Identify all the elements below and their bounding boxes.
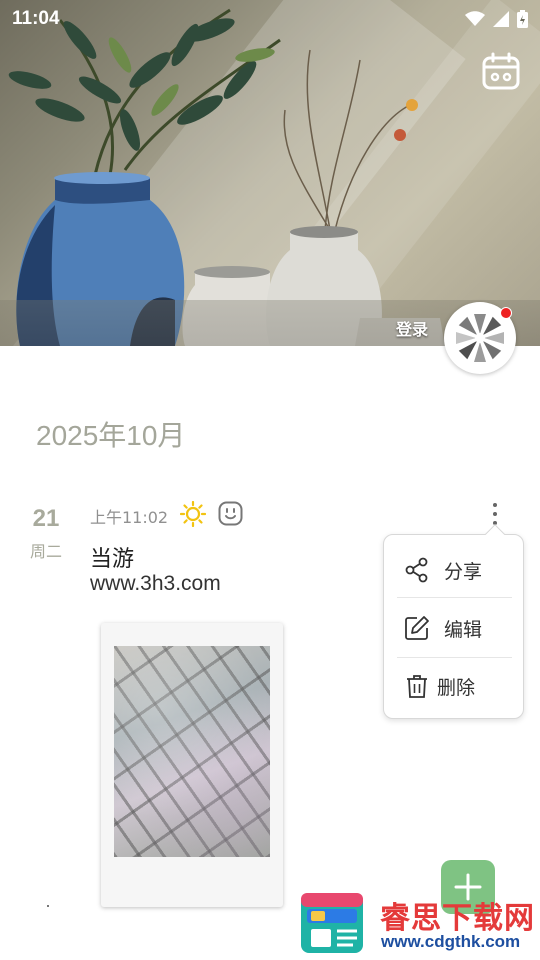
menu-item-label: 编辑 <box>444 618 483 641</box>
calendar-icon[interactable] <box>482 52 520 90</box>
entry-context-menu: 分享 编辑 删除 <box>383 524 525 719</box>
watermark-logo-icon <box>301 893 363 953</box>
more-options-icon[interactable] <box>486 501 504 527</box>
decorative-dot <box>47 905 49 907</box>
trash-icon <box>407 675 427 698</box>
wifi-icon <box>465 11 485 26</box>
watermark-title: 睿思下载网 <box>380 901 535 936</box>
menu-item-edit[interactable]: 编辑 <box>384 599 525 657</box>
month-heading: 2025年10月 <box>36 420 186 451</box>
entry-title[interactable]: 当游 <box>90 541 134 573</box>
entry-day-number: 21 <box>32 505 60 532</box>
sun-icon <box>180 501 206 527</box>
watermark-url: www.cdgthk.com <box>381 932 521 951</box>
entry-weekday: 周二 <box>29 542 62 561</box>
header-banner-image <box>0 0 540 346</box>
status-bar: 11:04 <box>0 0 540 38</box>
edit-icon <box>405 616 429 640</box>
menu-item-delete[interactable]: 删除 <box>384 657 525 715</box>
entry-time: 上午11:02 <box>90 508 169 527</box>
menu-divider <box>397 597 512 598</box>
entry-photo-brick-wall <box>114 646 270 857</box>
menu-item-label: 删除 <box>437 676 476 699</box>
cellular-signal-icon <box>493 11 509 27</box>
login-link[interactable]: 登录 <box>396 316 428 340</box>
menu-item-share[interactable]: 分享 <box>384 541 525 599</box>
share-icon <box>405 557 428 583</box>
menu-item-label: 分享 <box>444 560 483 583</box>
notification-badge <box>500 307 512 319</box>
vase-still-life-painting <box>8 8 445 346</box>
battery-icon <box>517 10 528 28</box>
entry-url-text[interactable]: www.3h3.com <box>90 572 221 596</box>
entry-photo-polaroid[interactable] <box>101 623 283 907</box>
smile-face-icon <box>218 501 243 526</box>
status-icons <box>465 10 528 28</box>
status-time: 11:04 <box>12 8 60 29</box>
